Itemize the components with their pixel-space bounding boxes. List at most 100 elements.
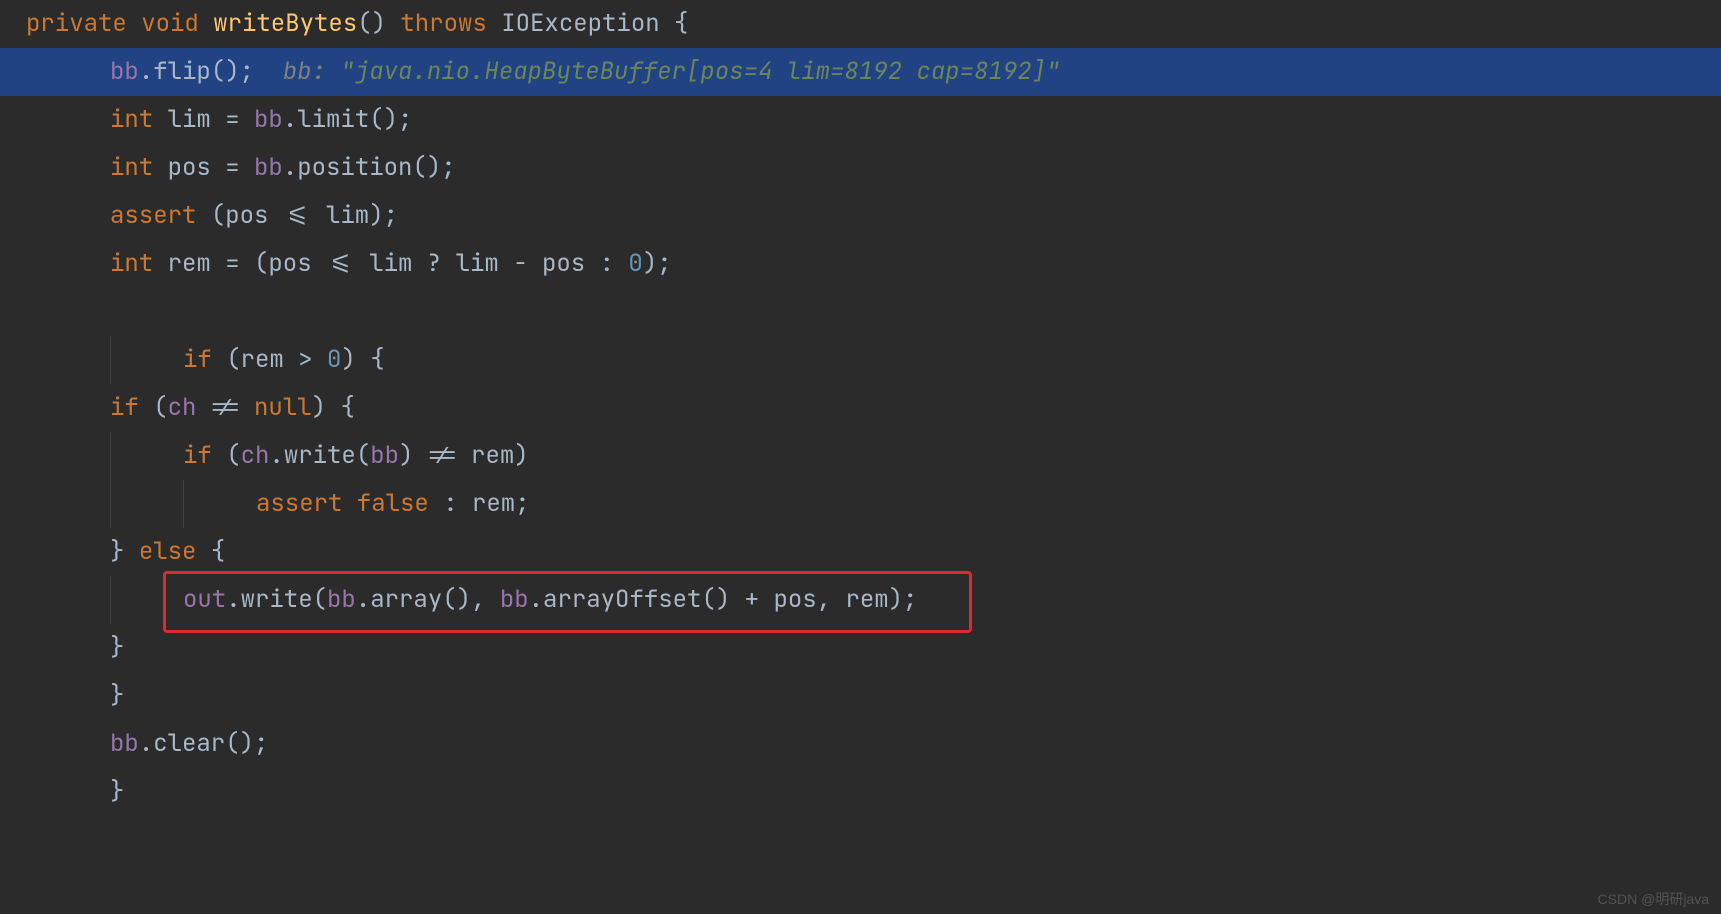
- token: bb: [254, 152, 283, 183]
- gutter: [0, 624, 26, 672]
- token: assert false: [256, 488, 443, 519]
- gutter: [0, 0, 26, 48]
- token: ) {: [341, 344, 384, 375]
- token: !=: [196, 392, 254, 423]
- token: .write(: [269, 440, 370, 471]
- token: bb: [370, 440, 399, 471]
- code-line[interactable]: bb.clear();: [0, 720, 1721, 768]
- token: .limit();: [283, 104, 413, 135]
- token: (: [153, 392, 167, 423]
- token: ) {: [312, 392, 355, 423]
- token: bb: [110, 56, 139, 87]
- token: ) != rem): [399, 440, 529, 471]
- token: null: [254, 392, 312, 423]
- gutter: [0, 576, 26, 624]
- code-line[interactable]: if (ch != null) {: [0, 384, 1721, 432]
- token: bb: [110, 728, 139, 759]
- gutter: [0, 720, 26, 768]
- token: if: [110, 392, 153, 423]
- token: }: [110, 632, 124, 663]
- token: writeBytes: [213, 8, 357, 39]
- code-text: if (ch.write(bb) != rem): [26, 432, 529, 480]
- gutter: [0, 240, 26, 288]
- token: void: [141, 8, 213, 39]
- token: if: [183, 344, 226, 375]
- token: int: [110, 152, 168, 183]
- watermark: CSDN @明研java: [1598, 890, 1709, 908]
- code-line[interactable]: } else {: [0, 528, 1721, 576]
- code-line[interactable]: int lim = bb.limit();: [0, 96, 1721, 144]
- token: else: [139, 536, 211, 567]
- gutter: [0, 144, 26, 192]
- token: bb: [327, 584, 356, 615]
- token: "java.nio.HeapByteBuffer[pos=4 lim=8192 …: [340, 56, 1060, 87]
- token: bb: [500, 584, 529, 615]
- token: (: [226, 440, 240, 471]
- code-editor[interactable]: { "watermark": "CSDN @明研java", "redbox":…: [0, 0, 1721, 914]
- token: .write(: [226, 584, 327, 615]
- code-text: }: [26, 624, 124, 672]
- token: .clear();: [139, 728, 269, 759]
- token: int: [110, 248, 168, 279]
- token: (rem >: [226, 344, 327, 375]
- code-text: if (rem > 0) {: [26, 336, 385, 384]
- gutter: [0, 384, 26, 432]
- code-line[interactable]: assert (pos <= lim);: [0, 192, 1721, 240]
- code-line[interactable]: out.write(bb.array(), bb.arrayOffset() +…: [0, 576, 1721, 624]
- token: {: [211, 536, 225, 567]
- token: : rem;: [443, 488, 529, 519]
- code-line[interactable]: }: [0, 672, 1721, 720]
- token: }: [110, 536, 139, 567]
- token: );: [643, 248, 672, 279]
- code-text: }: [26, 672, 124, 720]
- gutter: [0, 768, 26, 816]
- code-line[interactable]: }: [0, 768, 1721, 816]
- token: .arrayOffset() + pos, rem);: [529, 584, 918, 615]
- token: if: [183, 440, 226, 471]
- code-text: int pos = bb.position();: [26, 144, 456, 192]
- code-text: [26, 288, 110, 336]
- token: private: [26, 8, 141, 39]
- gutter: [0, 192, 26, 240]
- token: assert: [110, 200, 211, 231]
- code-line[interactable]: if (ch.write(bb) != rem): [0, 432, 1721, 480]
- token: .flip();: [139, 56, 283, 87]
- gutter: [0, 480, 26, 528]
- gutter: [0, 528, 26, 576]
- gutter: [0, 288, 26, 336]
- code-text: assert (pos <= lim);: [26, 192, 398, 240]
- gutter: [0, 96, 26, 144]
- code-line[interactable]: bb.flip(); bb: "java.nio.HeapByteBuffer[…: [0, 48, 1721, 96]
- token: lim =: [168, 104, 254, 135]
- token: 0: [327, 344, 341, 375]
- code-text: private void writeBytes() throws IOExcep…: [26, 0, 688, 48]
- code-line[interactable]: int rem = (pos <= lim ? lim - pos : 0);: [0, 240, 1721, 288]
- token: IOException {: [501, 8, 688, 39]
- code-text: bb.clear();: [26, 720, 268, 768]
- code-text: bb.flip(); bb: "java.nio.HeapByteBuffer[…: [26, 48, 1060, 96]
- code-line[interactable]: if (rem > 0) {: [0, 336, 1721, 384]
- code-line[interactable]: [0, 288, 1721, 336]
- gutter: [0, 336, 26, 384]
- code-line[interactable]: assert false : rem;: [0, 480, 1721, 528]
- token: bb:: [283, 56, 341, 87]
- code-line[interactable]: private void writeBytes() throws IOExcep…: [0, 0, 1721, 48]
- token: (): [357, 8, 400, 39]
- gutter: [0, 48, 26, 96]
- token: .array(),: [356, 584, 500, 615]
- token: throws: [400, 8, 501, 39]
- token: ch: [241, 440, 270, 471]
- token: pos =: [168, 152, 254, 183]
- code-text: int lim = bb.limit();: [26, 96, 412, 144]
- code-text: } else {: [26, 528, 225, 576]
- token: .position();: [283, 152, 456, 183]
- code-line[interactable]: int pos = bb.position();: [0, 144, 1721, 192]
- code-text: assert false : rem;: [26, 480, 530, 528]
- gutter: [0, 672, 26, 720]
- code-text: out.write(bb.array(), bb.arrayOffset() +…: [26, 576, 917, 624]
- code-lines: private void writeBytes() throws IOExcep…: [0, 0, 1721, 816]
- code-line[interactable]: }: [0, 624, 1721, 672]
- token: bb: [254, 104, 283, 135]
- code-text: if (ch != null) {: [26, 384, 355, 432]
- token: 0: [628, 248, 642, 279]
